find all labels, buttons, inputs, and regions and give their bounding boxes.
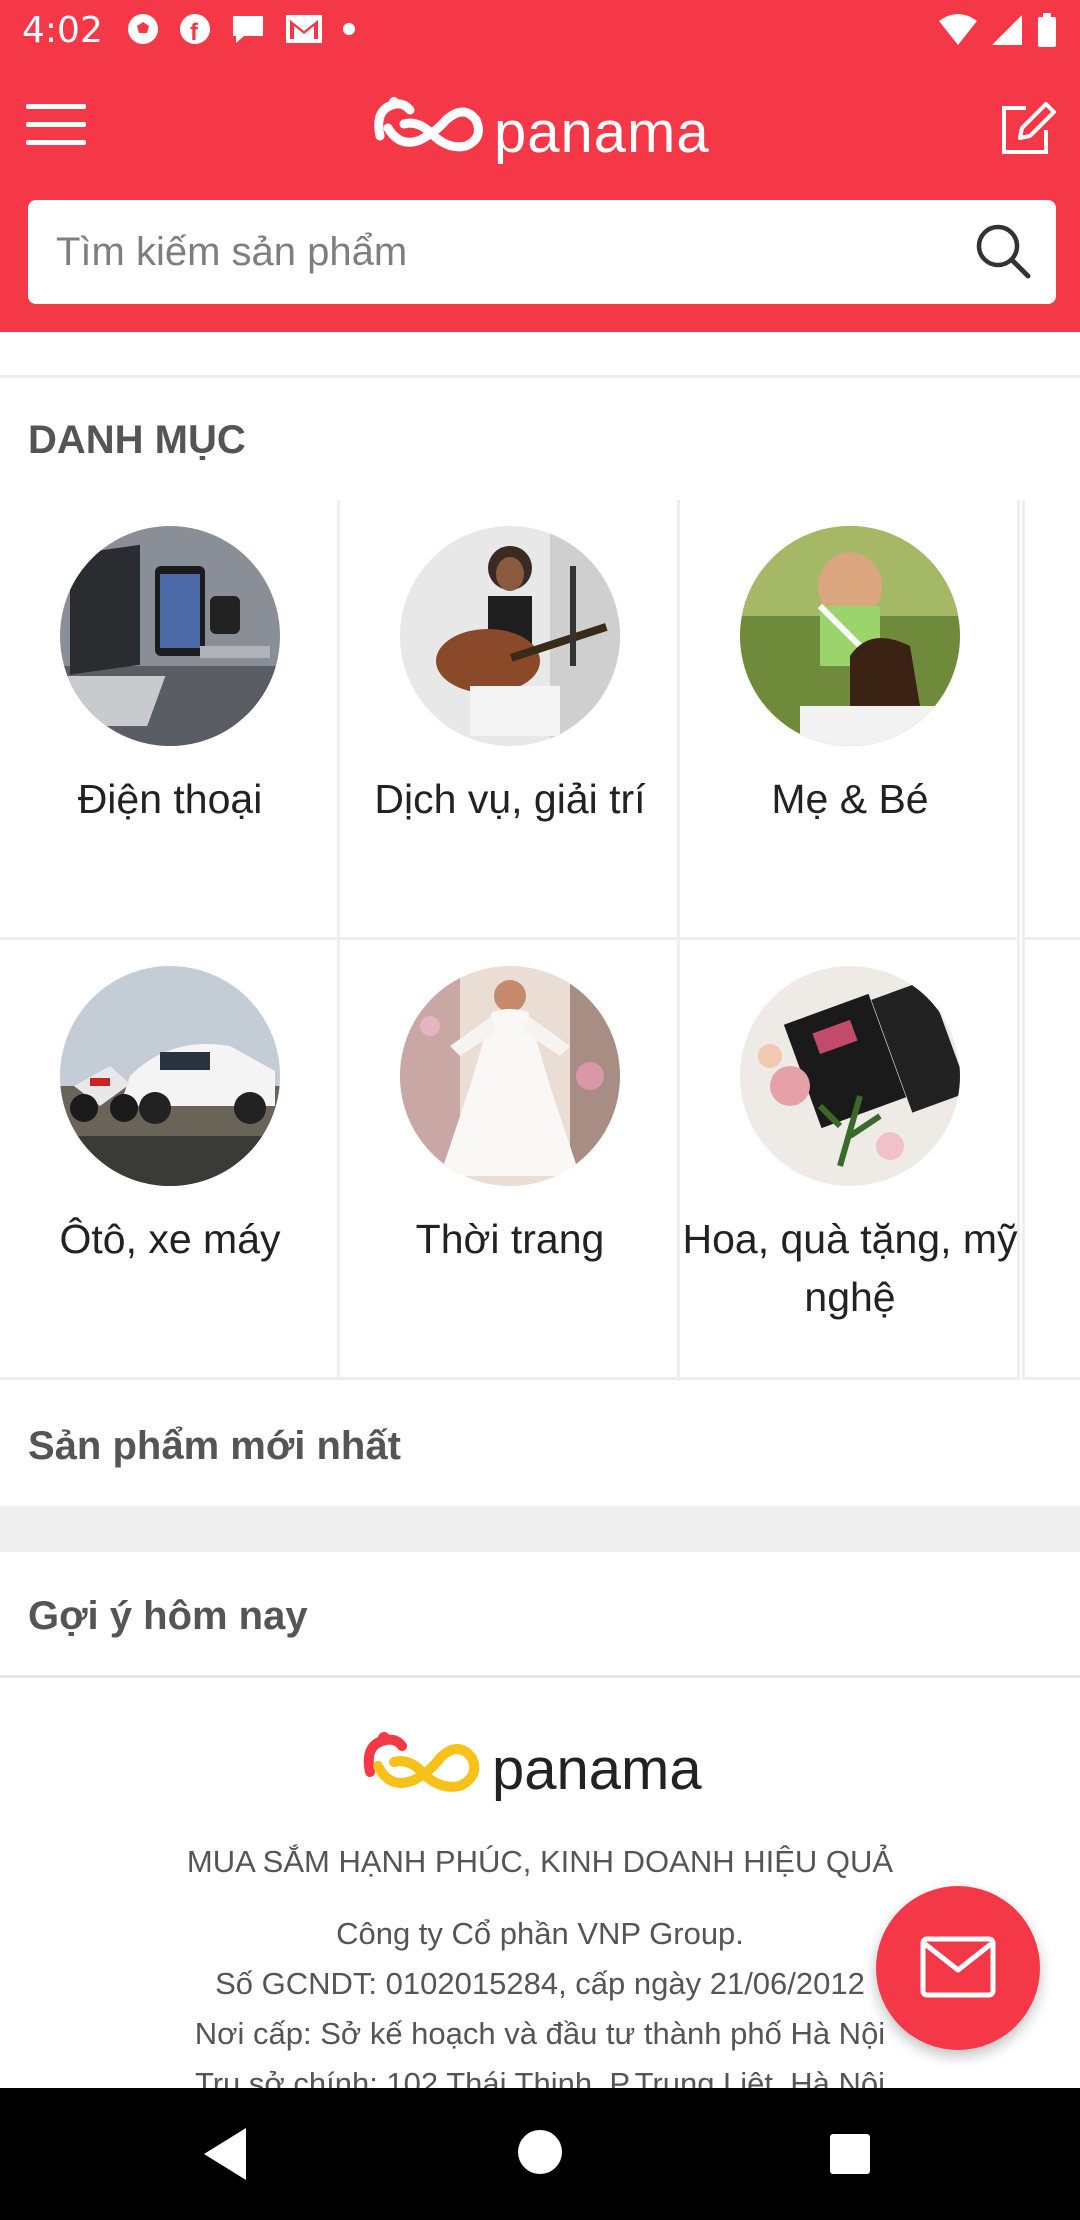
system-icons <box>938 12 1058 48</box>
hamburger-icon <box>26 104 86 109</box>
system-nav-bar <box>0 2088 1080 2220</box>
logo-text: panama <box>494 99 710 165</box>
footer-slogan: MUA SẮM HẠNH PHÚC, KINH DOANH HIỆU QUẢ <box>186 1844 894 1879</box>
panama-logo-icon <box>363 1732 480 1792</box>
category-entertainment[interactable]: Dịch vụ, giải trí <box>340 500 680 940</box>
app-header: panama <box>0 66 1080 332</box>
signal-icon <box>992 15 1022 45</box>
footer-address: Trụ sở chính: 102 Thái Thịnh, P.Trung Li… <box>194 2066 886 2088</box>
back-icon[interactable] <box>200 2126 250 2182</box>
category-image-phones <box>60 526 280 746</box>
gmail-icon <box>286 15 322 43</box>
search-input[interactable] <box>54 200 954 304</box>
category-partial <box>1022 940 1080 1380</box>
panama-logo-icon <box>374 97 483 152</box>
category-label: Điện thoại <box>77 776 263 822</box>
newest-products-section: Sản phẩm mới nhất <box>0 1386 1080 1506</box>
category-label: Ôtô, xe máy <box>59 1216 281 1262</box>
category-label: Dịch vụ, giải trí <box>374 776 646 822</box>
section-gap <box>0 1506 1080 1552</box>
categories-title: DANH MỤC <box>28 418 246 462</box>
category-image-fashion <box>400 966 620 1186</box>
home-icon[interactable] <box>518 2130 562 2174</box>
search-bar <box>28 200 1056 304</box>
header-logo[interactable]: panama <box>370 92 710 172</box>
soccer-ball-icon <box>128 14 158 44</box>
category-image-gifts <box>740 966 960 1186</box>
divider <box>0 332 1080 378</box>
category-label: Thời trang <box>415 1216 605 1262</box>
wifi-icon <box>939 14 977 45</box>
edit-icon <box>1002 102 1056 154</box>
category-image-mom-baby <box>740 526 960 746</box>
category-grid: Điện thoại Dịch vụ, giải trí Mẹ & Bé Ôtô… <box>0 500 1080 1382</box>
category-vehicles[interactable]: Ôtô, xe máy <box>0 940 340 1380</box>
newest-products-title: Sản phẩm mới nhất <box>28 1424 401 1468</box>
category-gifts[interactable]: Hoa, quà tặng, mỹ nghệ <box>680 940 1020 1380</box>
category-phones[interactable]: Điện thoại <box>0 500 340 940</box>
facebook-icon: f <box>180 14 210 46</box>
category-fashion[interactable]: Thời trang <box>340 940 680 1380</box>
category-image-vehicles <box>60 966 280 1186</box>
today-suggestions-section: Gợi ý hôm nay <box>0 1552 1080 1678</box>
edit-button[interactable] <box>996 100 1056 160</box>
category-mom-baby[interactable]: Mẹ & Bé <box>680 500 1020 940</box>
battery-icon <box>1038 13 1056 47</box>
svg-text:f: f <box>190 19 199 46</box>
notification-icons: f <box>126 12 356 46</box>
status-bar: 4:02 f <box>0 0 1080 66</box>
search-icon[interactable] <box>974 222 1032 280</box>
contact-fab[interactable] <box>876 1886 1040 2050</box>
category-image-entertainment <box>400 526 620 746</box>
category-label: Mẹ & Bé <box>771 776 929 822</box>
mail-icon <box>920 1936 996 1998</box>
footer-logo-text: panama <box>492 1736 702 1802</box>
menu-button[interactable] <box>26 104 86 154</box>
dot-icon <box>343 23 355 35</box>
footer-logo[interactable]: panama <box>360 1728 702 1810</box>
recents-icon[interactable] <box>830 2134 870 2174</box>
status-time: 4:02 <box>22 10 103 51</box>
message-icon <box>233 16 263 43</box>
today-suggestions-title: Gợi ý hôm nay <box>28 1594 308 1638</box>
category-label: Hoa, quà tặng, mỹ nghệ <box>682 1216 1018 1320</box>
category-partial <box>1022 500 1080 940</box>
